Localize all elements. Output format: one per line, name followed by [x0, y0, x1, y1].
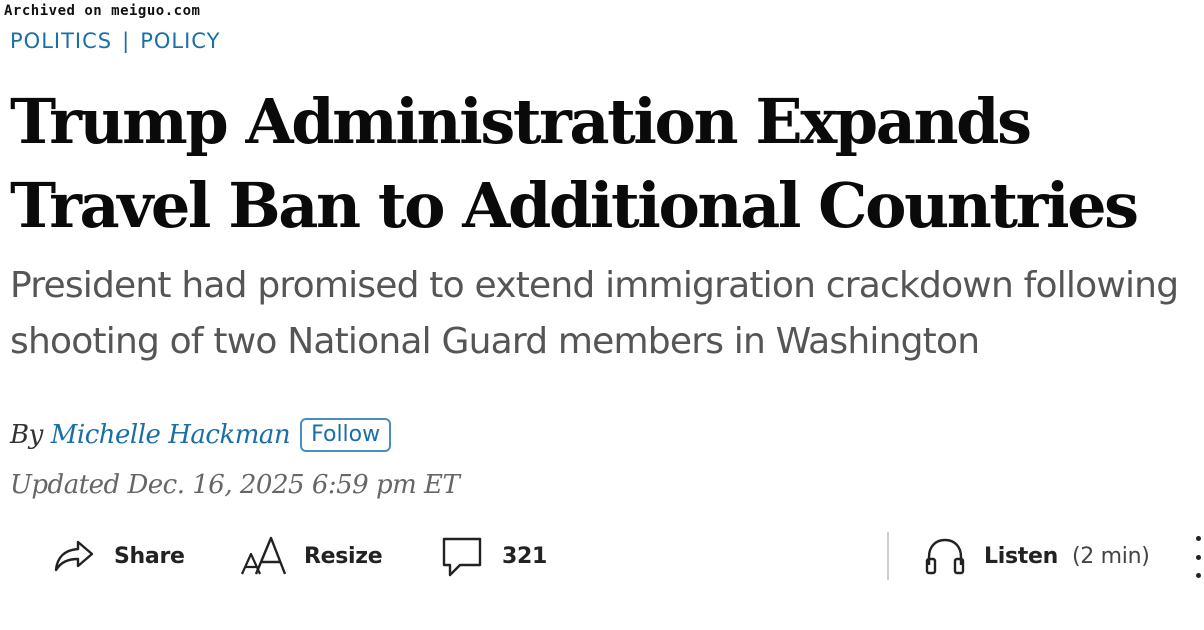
- byline-prefix: By: [10, 420, 43, 450]
- resize-label: Resize: [304, 543, 383, 569]
- share-icon: [52, 536, 96, 576]
- comments-button[interactable]: 321: [440, 528, 547, 584]
- toolbar-divider: [887, 532, 889, 580]
- section-breadcrumb: POLITICS | POLICY: [10, 29, 220, 53]
- archive-watermark: Archived on meiguo.com: [4, 3, 201, 19]
- share-label: Share: [114, 543, 185, 569]
- section-link-politics[interactable]: POLITICS: [10, 29, 112, 53]
- share-button[interactable]: Share: [52, 528, 185, 584]
- listen-duration: (2 min): [1071, 543, 1150, 569]
- follow-author-button[interactable]: Follow: [300, 418, 392, 452]
- listen-label: Listen: [984, 543, 1058, 569]
- more-vertical-icon[interactable]: [1192, 536, 1204, 578]
- author-link[interactable]: Michelle Hackman: [51, 420, 291, 450]
- comment-count: 321: [502, 543, 548, 569]
- article-timestamp: Updated Dec. 16, 2025 6:59 pm ET: [10, 470, 460, 500]
- resize-icon: [240, 534, 286, 578]
- byline: By Michelle Hackman Follow: [10, 418, 392, 452]
- breadcrumb-separator: |: [122, 29, 131, 53]
- comment-icon: [440, 535, 484, 577]
- article-toolbar: Share Resize 321 Listen (2 min): [0, 528, 1204, 584]
- article-headline: Trump Administration Expands Travel Ban …: [10, 85, 1139, 242]
- resize-button[interactable]: Resize: [240, 528, 383, 584]
- headphones-icon: [924, 535, 966, 577]
- listen-button[interactable]: Listen (2 min): [924, 528, 1150, 584]
- section-link-policy[interactable]: POLICY: [140, 29, 220, 53]
- article-dek: President had promised to extend immigra…: [10, 265, 1179, 362]
